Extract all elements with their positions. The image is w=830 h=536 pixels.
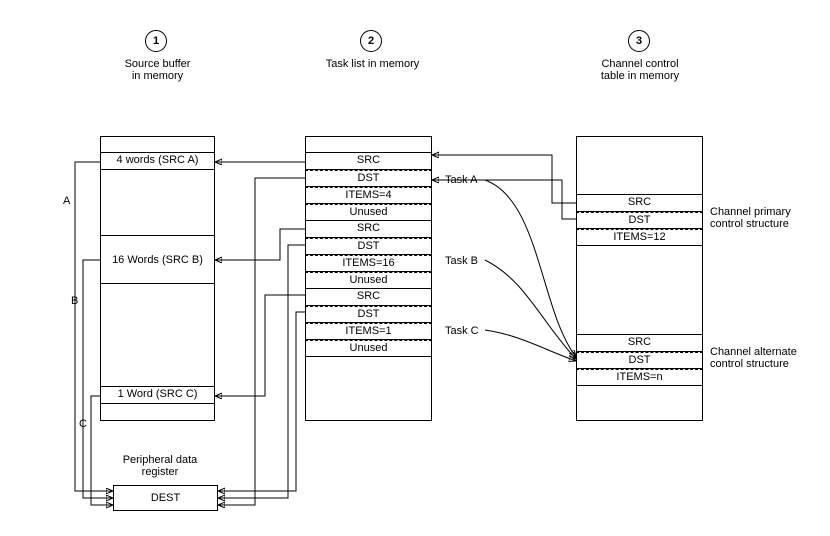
channel-primary-label: Channel primary control structure — [710, 206, 791, 230]
srcB-cell: 16 Words (SRC B) — [100, 236, 215, 284]
chan-alt-src-text: SRC — [628, 336, 651, 348]
chan-primary-l1: Channel primary — [710, 206, 791, 218]
chan-alt-items-text: ITEMS=n — [616, 371, 662, 383]
chan-alt-dst: DST — [576, 352, 703, 369]
task-bot-pad — [305, 357, 432, 421]
col3-number-badge: 3 — [628, 30, 650, 52]
taskB-dst-text: DST — [358, 240, 380, 252]
chan-alt-src: SRC — [576, 335, 703, 352]
taskC-label: Task C — [445, 325, 479, 337]
chan-primary-src-text: SRC — [628, 196, 651, 208]
chan-primary-l2: control structure — [710, 218, 791, 230]
taskC-unused-text: Unused — [350, 342, 388, 354]
diagram-canvas: 1 Source buffer in memory 4 words (SRC A… — [0, 0, 830, 536]
col3-title-l2: table in memory — [570, 70, 710, 82]
chan-gap — [576, 246, 703, 335]
taskB-src: SRC — [305, 221, 432, 238]
chan-primary-items: ITEMS=12 — [576, 229, 703, 246]
label-C: C — [79, 418, 87, 430]
src-gap-AB — [100, 170, 215, 236]
chan-bot-pad — [576, 386, 703, 421]
taskC-dst-text: DST — [358, 308, 380, 320]
taskC-src: SRC — [305, 289, 432, 306]
src-buffer-top-pad — [100, 136, 215, 153]
chan-alt-l1: Channel alternate — [710, 346, 797, 358]
taskC-unused: Unused — [305, 340, 432, 357]
taskC-items-text: ITEMS=1 — [345, 325, 391, 337]
srcA-cell: 4 words (SRC A) — [100, 153, 215, 170]
col1-number-badge: 1 — [145, 30, 167, 52]
chan-alt-dst-text: DST — [629, 354, 651, 366]
col3-title: Channel control table in memory — [570, 58, 710, 82]
srcC-cell: 1 Word (SRC C) — [100, 387, 215, 404]
peripheral-label: Peripheral data register — [105, 454, 215, 478]
chan-alt-l2: control structure — [710, 358, 797, 370]
taskA-src: SRC — [305, 153, 432, 170]
taskB-src-text: SRC — [357, 222, 380, 234]
dest-text: DEST — [151, 492, 180, 504]
taskC-dst: DST — [305, 306, 432, 323]
col1-number: 1 — [153, 35, 159, 47]
chan-primary-items-text: ITEMS=12 — [613, 231, 665, 243]
taskA-items-text: ITEMS=4 — [345, 189, 391, 201]
peripheral-l2: register — [105, 466, 215, 478]
chan-alt-items: ITEMS=n — [576, 369, 703, 386]
chan-top-pad — [576, 136, 703, 195]
srcC-text: 1 Word (SRC C) — [118, 388, 198, 400]
col1-title: Source buffer in memory — [90, 58, 225, 82]
taskC-items: ITEMS=1 — [305, 323, 432, 340]
task-top-pad — [305, 136, 432, 153]
srcB-text: 16 Words (SRC B) — [112, 254, 203, 266]
taskB-dst: DST — [305, 238, 432, 255]
src-buffer-bot-pad — [100, 404, 215, 421]
taskA-dst: DST — [305, 170, 432, 187]
col2-number-badge: 2 — [360, 30, 382, 52]
chan-primary-dst: DST — [576, 212, 703, 229]
label-A: A — [63, 195, 70, 207]
srcA-text: 4 words (SRC A) — [117, 154, 199, 166]
peripheral-l1: Peripheral data — [105, 454, 215, 466]
taskA-unused-text: Unused — [350, 206, 388, 218]
taskB-unused: Unused — [305, 272, 432, 289]
col1-title-l1: Source buffer — [90, 58, 225, 70]
col2-number: 2 — [368, 35, 374, 47]
col1-title-l2: in memory — [90, 70, 225, 82]
channel-alternate-label: Channel alternate control structure — [710, 346, 797, 370]
label-B: B — [71, 295, 78, 307]
taskA-dst-text: DST — [358, 172, 380, 184]
chan-primary-dst-text: DST — [629, 214, 651, 226]
taskB-items: ITEMS=16 — [305, 255, 432, 272]
col2-title: Task list in memory — [305, 58, 440, 70]
src-gap-BC — [100, 284, 215, 387]
dest-box: DEST — [113, 485, 218, 511]
taskA-src-text: SRC — [357, 154, 380, 166]
taskB-label: Task B — [445, 255, 478, 267]
taskA-items: ITEMS=4 — [305, 187, 432, 204]
taskB-unused-text: Unused — [350, 274, 388, 286]
col3-number: 3 — [636, 35, 642, 47]
taskC-src-text: SRC — [357, 290, 380, 302]
col3-title-l1: Channel control — [570, 58, 710, 70]
taskB-items-text: ITEMS=16 — [342, 257, 394, 269]
chan-primary-src: SRC — [576, 195, 703, 212]
taskA-label: Task A — [445, 174, 477, 186]
taskA-unused: Unused — [305, 204, 432, 221]
col2-title-l1: Task list in memory — [305, 58, 440, 70]
